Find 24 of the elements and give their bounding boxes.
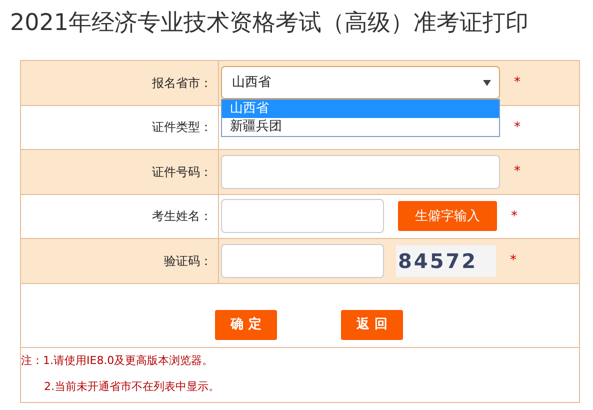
dropdown-arrow-icon: [483, 80, 491, 86]
captcha-image: 84572: [396, 244, 496, 277]
required-mark: *: [514, 118, 520, 136]
field-label: 验证码：: [164, 252, 212, 270]
province-select[interactable]: 山西省: [221, 66, 500, 100]
back-button[interactable]: 返 回: [341, 310, 403, 340]
required-mark: *: [510, 252, 516, 270]
note-text: 2.当前未开通省市不在列表中显示。: [43, 378, 220, 394]
page-title: 2021年经济专业技术资格考试（高级）准考证打印: [10, 9, 530, 38]
confirm-button[interactable]: 确 定: [215, 310, 277, 340]
required-mark: *: [514, 74, 520, 92]
input-field[interactable]: [221, 199, 384, 234]
field-label: 证件类型：: [152, 119, 212, 136]
captcha-field[interactable]: [221, 244, 384, 278]
input-field[interactable]: [221, 154, 500, 189]
required-mark: *: [514, 163, 520, 181]
rare-character-button[interactable]: 生僻字输入: [398, 201, 497, 232]
dropdown-option[interactable]: 新疆兵团: [222, 118, 499, 136]
required-mark: *: [511, 208, 518, 226]
field-label: 考生姓名：: [152, 208, 212, 226]
dropdown-option[interactable]: 山西省: [222, 100, 499, 118]
field-label: 证件号码：: [152, 164, 212, 181]
note-text: 注：1.请使用IE8.0及更高版本浏览器。: [21, 352, 214, 368]
field-label: 报名省市：: [152, 74, 212, 92]
